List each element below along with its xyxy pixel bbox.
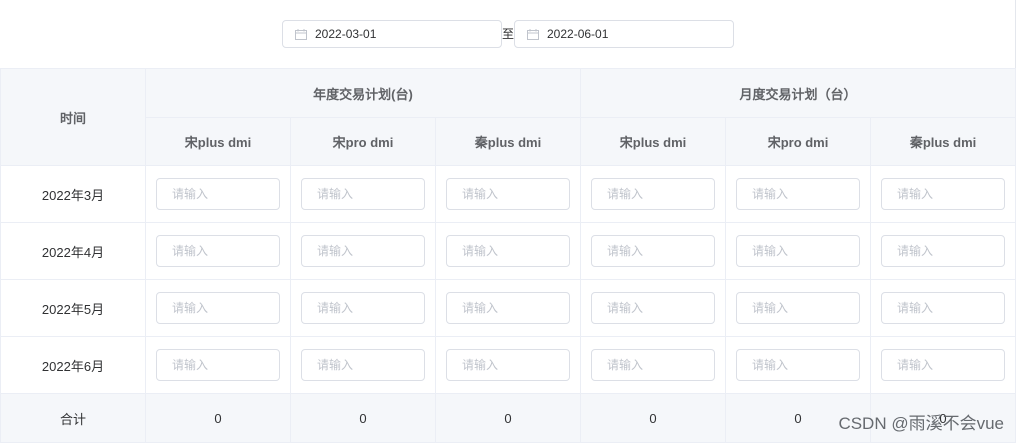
plan-quantity-input[interactable] (156, 292, 280, 324)
table-row: 2022年5月 (0, 279, 1017, 337)
plan-cell (434, 222, 582, 280)
sub-header: 宋pro dmi (725, 117, 872, 166)
plan-quantity-input[interactable] (881, 235, 1006, 267)
plan-quantity-input[interactable] (301, 349, 425, 381)
plan-cell (870, 336, 1017, 394)
plan-table: 时间 年度交易计划(台) 月度交易计划（台） 宋plus dmi 宋pro dm… (0, 68, 1017, 443)
total-value: 0 (434, 393, 582, 443)
total-value: 0 (290, 393, 436, 443)
plan-cell (580, 279, 727, 337)
plan-cell (870, 279, 1017, 337)
plan-quantity-input[interactable] (736, 178, 861, 210)
sub-header: 宋pro dmi (290, 117, 436, 166)
plan-cell (290, 222, 436, 280)
plan-cell (290, 165, 436, 223)
plan-quantity-input[interactable] (736, 235, 861, 267)
plan-quantity-input[interactable] (301, 235, 425, 267)
plan-cell (725, 279, 872, 337)
end-date-value: 2022-06-01 (547, 27, 609, 41)
plan-quantity-input[interactable] (591, 235, 716, 267)
plan-quantity-input[interactable] (301, 178, 425, 210)
plan-quantity-input[interactable] (446, 292, 571, 324)
plan-cell (290, 279, 436, 337)
plan-quantity-input[interactable] (591, 349, 716, 381)
table-row: 2022年6月 (0, 336, 1017, 394)
plan-quantity-input[interactable] (881, 178, 1006, 210)
sub-header: 宋plus dmi (145, 117, 291, 166)
plan-cell (145, 222, 291, 280)
month-cell: 2022年4月 (0, 222, 146, 280)
sub-header: 秦plus dmi (434, 117, 582, 166)
plan-cell (145, 336, 291, 394)
plan-cell (145, 165, 291, 223)
calendar-icon (295, 28, 307, 40)
total-value: 0 (145, 393, 291, 443)
monthly-plan-header: 月度交易计划（台） (580, 68, 1017, 118)
month-cell: 2022年6月 (0, 336, 146, 394)
plan-cell (290, 336, 436, 394)
plan-cell (725, 222, 872, 280)
plan-cell (434, 165, 582, 223)
annual-plan-header: 年度交易计划(台) (144, 68, 582, 118)
plan-cell (725, 165, 872, 223)
start-date-value: 2022-03-01 (315, 27, 377, 41)
start-date-input[interactable]: 2022-03-01 (282, 20, 502, 48)
date-range-separator: 至 (501, 27, 514, 41)
plan-quantity-input[interactable] (446, 178, 571, 210)
plan-quantity-input[interactable] (591, 178, 716, 210)
plan-cell (580, 222, 727, 280)
plan-quantity-input[interactable] (156, 235, 280, 267)
plan-quantity-input[interactable] (156, 178, 280, 210)
plan-quantity-input[interactable] (156, 349, 280, 381)
plan-cell (580, 165, 727, 223)
plan-cell (580, 336, 727, 394)
plan-quantity-input[interactable] (736, 349, 861, 381)
plan-quantity-input[interactable] (446, 235, 571, 267)
total-label: 合计 (0, 393, 146, 443)
plan-cell (434, 279, 582, 337)
sub-header: 宋plus dmi (580, 117, 727, 166)
month-cell: 2022年3月 (0, 165, 146, 223)
plan-cell (145, 279, 291, 337)
total-value: 0 (580, 393, 727, 443)
plan-cell (870, 165, 1017, 223)
plan-cell (434, 336, 582, 394)
table-row: 2022年4月 (0, 222, 1017, 280)
plan-quantity-input[interactable] (881, 292, 1006, 324)
month-cell: 2022年5月 (0, 279, 146, 337)
plan-cell (725, 336, 872, 394)
plan-quantity-input[interactable] (881, 349, 1006, 381)
plan-cell (870, 222, 1017, 280)
time-column-header: 时间 (0, 68, 146, 166)
calendar-icon (527, 28, 539, 40)
sub-header: 秦plus dmi (870, 117, 1017, 166)
end-date-input[interactable]: 2022-06-01 (514, 20, 734, 48)
table-row: 2022年3月 (0, 165, 1017, 223)
plan-quantity-input[interactable] (591, 292, 716, 324)
plan-quantity-input[interactable] (446, 349, 571, 381)
plan-quantity-input[interactable] (301, 292, 425, 324)
watermark: CSDN @雨溪不会vue (838, 414, 1004, 433)
plan-quantity-input[interactable] (736, 292, 861, 324)
